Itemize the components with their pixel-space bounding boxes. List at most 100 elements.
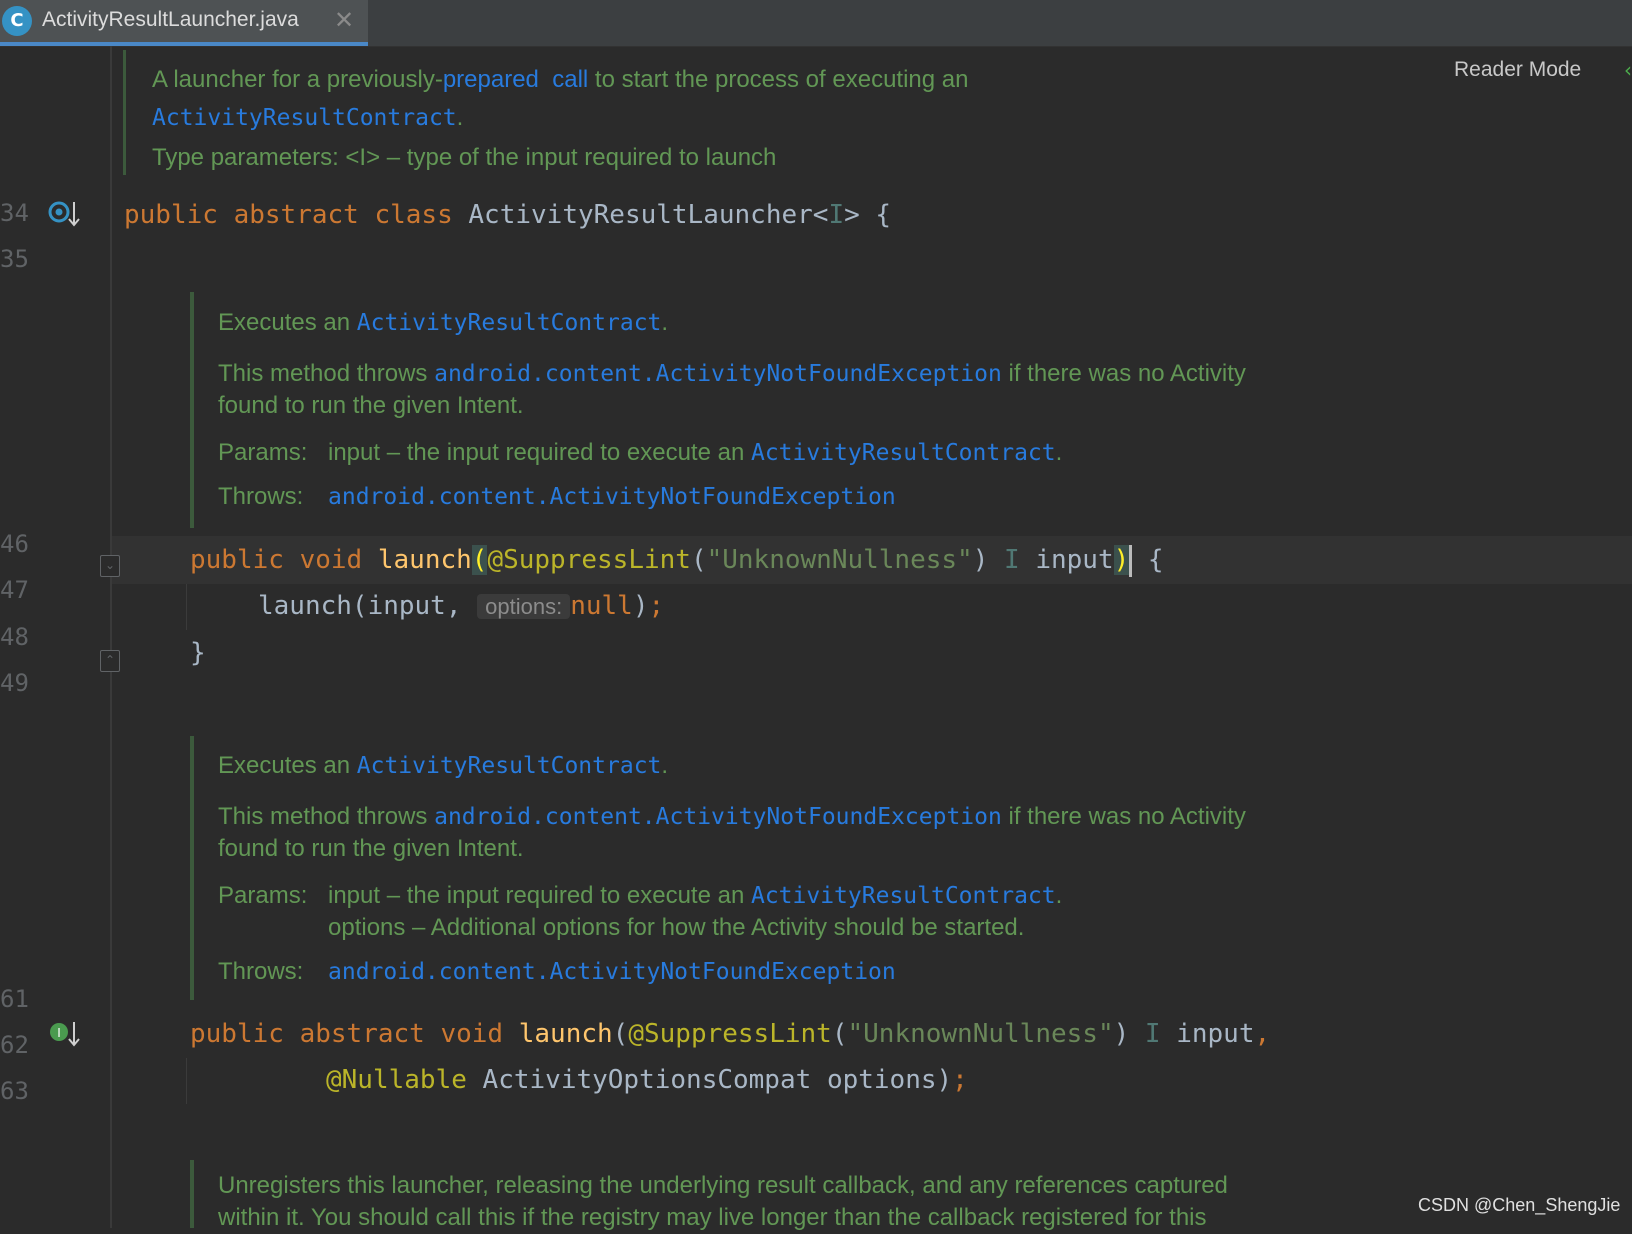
code-text: ( <box>612 1019 629 1049</box>
chevron-left-icon[interactable]: ‹ <box>1624 58 1632 82</box>
keyword: public <box>190 1019 284 1049</box>
doc-text: . <box>1055 882 1063 909</box>
doc-text: . <box>1055 439 1063 466</box>
fold-collapse-icon[interactable]: ⌄ <box>100 555 120 577</box>
doc-link[interactable]: android.content.ActivityNotFoundExceptio… <box>328 956 896 988</box>
line-number: 61 <box>0 985 29 1013</box>
keyword: abstract <box>233 200 359 230</box>
doc-link[interactable]: ActivityResultContract <box>152 105 457 131</box>
editor-tab-bar: C ActivityResultLauncher.java ✕ <box>0 0 1632 47</box>
launch-doc-comment: Executes an ActivityResultContract. This… <box>218 307 1246 513</box>
doc-link[interactable]: ActivityResultContract <box>357 310 662 336</box>
watermark: CSDN @Chen_ShengJie <box>1418 1195 1621 1215</box>
text-caret <box>1129 544 1133 577</box>
annotation: @Nullable <box>326 1065 467 1095</box>
fold-end-icon[interactable]: ⌃ <box>100 650 120 672</box>
code-line-62: @Nullable ActivityOptionsCompat options)… <box>326 1064 968 1096</box>
line-number: 34 <box>0 199 29 227</box>
doc-text: This method throws <box>218 803 435 830</box>
doc-text: . <box>456 104 464 131</box>
doc-text: if there was no Activity <box>1001 360 1246 387</box>
class-name: ActivityResultLauncher< <box>468 200 829 230</box>
param-name: input <box>1035 545 1114 575</box>
doc-text: Executes an <box>218 752 357 779</box>
doc-bar <box>190 1160 194 1228</box>
line-number: 35 <box>0 245 29 273</box>
param-hint: options: <box>477 594 571 619</box>
code-text: ) <box>632 591 649 621</box>
svg-text:I: I <box>57 1026 61 1040</box>
class-doc-comment: A launcher for a previously-prepared cal… <box>152 64 968 174</box>
code-text: ( <box>831 1019 848 1049</box>
doc-link[interactable]: android.content.ActivityNotFoundExceptio… <box>328 481 896 513</box>
reader-mode-button[interactable]: Reader Mode <box>1454 58 1581 82</box>
method-name: launch <box>377 545 472 575</box>
type-name: ActivityOptionsCompat <box>482 1065 812 1095</box>
doc-type-params: Type parameters: <I> – type of the input… <box>152 144 777 171</box>
type-param: I <box>1004 545 1020 575</box>
code-line-46: public void launch(@SuppressLint("Unknow… <box>190 544 1164 577</box>
line-number: 47 <box>0 576 29 604</box>
active-tab-indicator <box>0 42 368 46</box>
keyword: class <box>374 200 453 230</box>
doc-text: This method throws <box>218 360 435 387</box>
doc-link[interactable]: prepared <box>443 66 539 93</box>
code-text: ) <box>972 545 989 575</box>
close-icon[interactable]: ✕ <box>334 6 354 34</box>
code-line-48: } <box>190 638 206 668</box>
doc-text: within it. You should call this if the r… <box>218 1204 1207 1231</box>
doc-link[interactable]: android.content.ActivityNotFoundExceptio… <box>434 361 1002 387</box>
doc-link[interactable]: ActivityResultContract <box>751 883 1056 909</box>
tab-activityresultlauncher[interactable]: C ActivityResultLauncher.java ✕ <box>0 0 368 46</box>
doc-text: Executes an <box>218 309 357 336</box>
type-param: I <box>1144 1019 1161 1049</box>
code-text: { <box>1147 545 1164 575</box>
doc-link[interactable]: call <box>552 66 588 93</box>
doc-bar <box>190 736 194 1000</box>
doc-text: . <box>661 752 669 779</box>
doc-link[interactable]: ActivityResultContract <box>357 753 662 779</box>
unregister-doc-comment: Unregisters this launcher, releasing the… <box>218 1170 1228 1234</box>
keyword: public <box>124 200 218 230</box>
doc-link[interactable]: ActivityResultContract <box>751 440 1056 466</box>
indent-guide <box>186 1058 187 1104</box>
code-text: ; <box>648 591 665 621</box>
string-literal: "UnknownNullness" <box>847 1019 1114 1049</box>
doc-text: input – the input required to execute an <box>328 882 751 909</box>
doc-text: input – the input required to execute an <box>328 439 751 466</box>
param-name: options) <box>826 1065 953 1095</box>
code-text: ) <box>1113 1019 1130 1049</box>
line-number: 63 <box>0 1077 29 1105</box>
doc-params-label: Params: <box>218 882 308 909</box>
interface-implemented-icon[interactable]: I <box>48 1020 82 1050</box>
keyword: void <box>299 545 363 575</box>
indent-guide <box>186 584 187 630</box>
line-number: 49 <box>0 669 29 697</box>
doc-text: found to run the given Intent. <box>218 835 524 862</box>
method-name: launch <box>518 1019 613 1049</box>
doc-text: Unregisters this launcher, releasing the… <box>218 1172 1228 1199</box>
line-number: 46 <box>0 530 29 558</box>
code-line-34: public abstract class ActivityResultLaun… <box>124 199 891 231</box>
line-number: 62 <box>0 1031 29 1059</box>
doc-bar <box>123 50 126 175</box>
code-line-61: public abstract void launch(@SuppressLin… <box>190 1018 1270 1050</box>
doc-params-label: Params: <box>218 439 308 466</box>
annotation: @SuppressLint <box>628 1019 832 1049</box>
gutter-separator <box>110 46 112 1228</box>
doc-throws-label: Throws: <box>218 483 304 510</box>
matched-paren: ) <box>1113 545 1130 575</box>
annotation: @SuppressLint <box>487 545 691 575</box>
type-param: I <box>828 200 845 230</box>
doc-link[interactable]: android.content.ActivityNotFoundExceptio… <box>434 804 1002 830</box>
implemented-overridden-icon[interactable] <box>48 200 82 230</box>
line-number: 48 <box>0 623 29 651</box>
tab-label: ActivityResultLauncher.java <box>42 8 299 31</box>
doc-text: . <box>661 309 669 336</box>
doc-text: if there was no Activity <box>1001 803 1246 830</box>
code-text: > { <box>844 200 892 230</box>
param-name: input <box>1176 1019 1255 1049</box>
doc-text: options – Additional options for how the… <box>328 914 1025 941</box>
keyword: abstract <box>299 1019 425 1049</box>
matched-paren: ( <box>471 545 488 575</box>
